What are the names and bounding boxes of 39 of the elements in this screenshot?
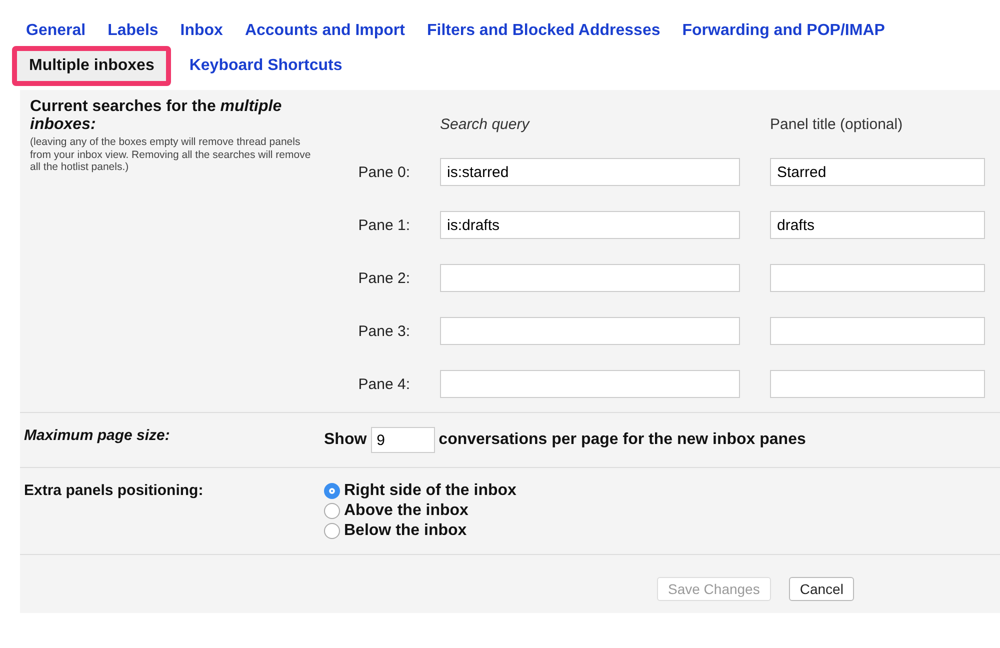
pane-label: Pane 4: (357, 376, 410, 392)
panel-title-field[interactable] (770, 370, 985, 398)
radio-button[interactable] (324, 523, 340, 539)
section-title: Current searches for the multiple inboxes: (30, 98, 283, 134)
column-heading: Panel title (optional) (770, 116, 904, 133)
radio-button[interactable] (324, 483, 340, 499)
action-button[interactable]: Cancel (788, 577, 854, 601)
search-query-field[interactable] (440, 317, 740, 345)
settings-tab[interactable]: Keyboard Shortcuts (189, 57, 342, 75)
pane-label: Pane 0: (357, 164, 410, 180)
panel-title-field[interactable] (770, 317, 985, 345)
setting-label: Extra panels positioning: (24, 482, 204, 501)
settings-tab[interactable]: Labels (108, 22, 158, 40)
radio-label[interactable]: Right side of the inbox (344, 482, 516, 500)
settings-tab[interactable]: Accounts and Import (244, 22, 405, 40)
search-query-field[interactable] (440, 370, 740, 398)
settings-tab[interactable]: General (26, 22, 86, 40)
pane-label: Pane 1: (357, 216, 410, 234)
radio-label[interactable]: Below the inbox (344, 522, 467, 540)
pane-label: Pane 3: (357, 322, 410, 340)
radio-button[interactable] (324, 503, 340, 519)
search-query-field[interactable] (440, 264, 740, 292)
pane-label: Pane 2: (357, 270, 410, 286)
page-size-field[interactable]: 9 (370, 427, 435, 453)
help-text: (leaving any of the boxes empty will remove thread panels from your inbox view. Removing all the searches will remove all the hotlist panels.) (30, 136, 312, 174)
settings-tab[interactable]: Forwarding and POP/IMAP (682, 22, 885, 40)
panel-title-field[interactable]: Starred (770, 158, 985, 186)
column-heading: Search query (440, 116, 531, 133)
panel-title-field[interactable]: drafts (770, 211, 985, 239)
settings-tab[interactable]: Multiple inboxes (12, 46, 172, 86)
field-label: conversations per page for the new inbox panes (438, 431, 806, 449)
settings-tab[interactable]: Inbox (180, 22, 223, 40)
settings-tab[interactable]: Filters and Blocked Addresses (426, 22, 660, 40)
search-query-field[interactable]: is:drafts (440, 211, 740, 239)
field-label: Show (324, 431, 367, 449)
setting-label: Maximum page size: (24, 427, 171, 446)
panel-title-field[interactable] (770, 264, 985, 292)
search-query-field[interactable]: is:starred (440, 158, 740, 186)
radio-label[interactable]: Above the inbox (344, 502, 468, 520)
